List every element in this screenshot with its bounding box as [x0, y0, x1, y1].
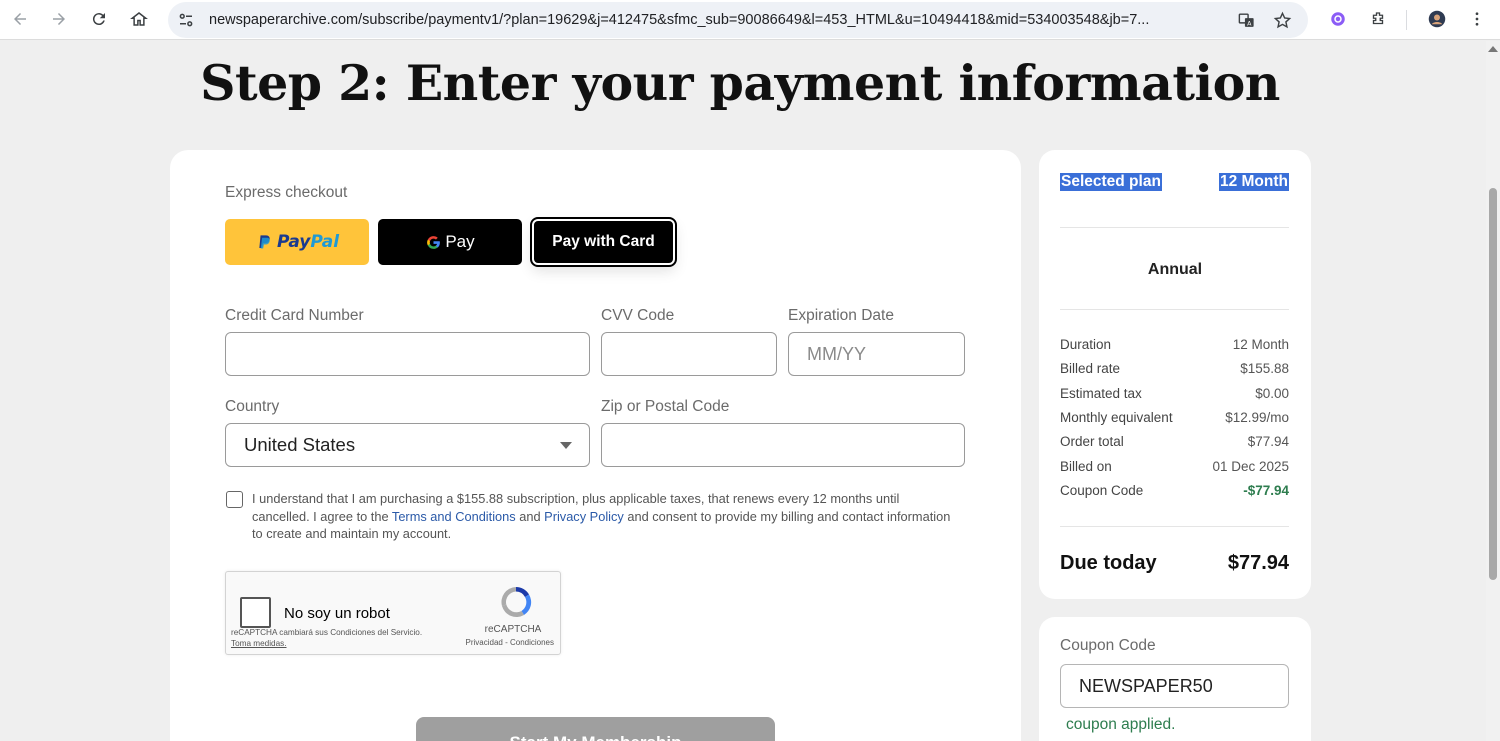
summary-row-duration: Duration 12 Month [1060, 337, 1289, 352]
summary-row-monthly-equivalent: Monthly equivalent $12.99/mo [1060, 410, 1289, 425]
summary-row-order-total: Order total $77.94 [1060, 434, 1289, 449]
svg-text:A: A [1247, 20, 1252, 27]
summary-divider [1060, 526, 1289, 527]
recaptcha-links[interactable]: Privacidad - Condiciones [444, 638, 555, 647]
pay-with-card-button[interactable]: Pay with Card [530, 217, 677, 267]
privacy-link[interactable]: Privacy Policy [544, 509, 624, 524]
country-selected-value: United States [244, 434, 356, 455]
summary-row-value: $155.88 [1240, 361, 1289, 376]
browser-toolbar: newspaperarchive.com/subscribe/paymentv1… [0, 0, 1500, 40]
expiration-input[interactable] [788, 332, 965, 376]
paypal-label-part1: Pay [276, 232, 311, 252]
reload-icon[interactable] [84, 4, 114, 34]
summary-row-label: Billed on [1060, 459, 1112, 474]
summary-row-value: 01 Dec 2025 [1212, 459, 1289, 474]
extensions-puzzle-icon[interactable] [1363, 4, 1393, 34]
forward-arrow-icon[interactable] [44, 4, 74, 34]
card-number-input[interactable] [225, 332, 590, 376]
scrollbar-thumb[interactable] [1489, 188, 1497, 580]
summary-row-value: 12 Month [1232, 337, 1289, 352]
bookmark-star-icon[interactable] [1271, 9, 1293, 31]
google-pay-button[interactable]: Pay [378, 219, 522, 265]
card-number-label: Credit Card Number [225, 307, 364, 324]
selected-plan-label: Selected plan [1060, 173, 1162, 191]
consent-checkbox[interactable] [226, 491, 243, 508]
recaptcha-label: No soy un robot [284, 605, 390, 622]
cvv-input[interactable] [601, 332, 777, 376]
summary-divider [1060, 227, 1289, 228]
summary-row-value: -$77.94 [1243, 483, 1289, 498]
paypal-logo-icon [259, 234, 270, 248]
address-bar[interactable]: newspaperarchive.com/subscribe/paymentv1… [168, 2, 1308, 38]
start-membership-button[interactable]: Start My Membership [416, 717, 775, 741]
url-text: newspaperarchive.com/subscribe/paymentv1… [209, 12, 1150, 28]
summary-row-label: Order total [1060, 434, 1124, 449]
recaptcha-widget: No soy un robot reCAPTCHA Privacidad - C… [225, 571, 561, 655]
site-settings-icon[interactable] [175, 9, 197, 31]
country-label: Country [225, 398, 280, 415]
google-pay-label: Pay [445, 232, 475, 251]
expiration-label: Expiration Date [788, 307, 894, 324]
toolbar-divider [1406, 10, 1407, 30]
summary-row-value: $0.00 [1255, 386, 1289, 401]
summary-row-label: Monthly equivalent [1060, 410, 1173, 425]
paypal-button[interactable]: Pay Pal [225, 219, 369, 265]
profile-avatar[interactable] [1422, 4, 1452, 34]
paypal-label-part2: Pal [310, 232, 340, 252]
cvv-label: CVV Code [601, 307, 675, 324]
page-title: Step 2: Enter your payment information [200, 54, 1280, 112]
summary-row-billed-on: Billed on 01 Dec 2025 [1060, 459, 1289, 474]
browser-menu-icon[interactable] [1462, 4, 1492, 34]
selected-plan-value: 12 Month [1218, 173, 1289, 191]
payment-form-card: Express checkout Pay Pal Pay Pay with Car… [170, 150, 1021, 741]
summary-row-label: Billed rate [1060, 361, 1121, 376]
summary-row-value: $77.94 [1247, 434, 1289, 449]
recaptcha-note-link[interactable]: Toma medidas. [231, 639, 287, 648]
plan-name: Annual [1147, 261, 1203, 278]
consent-text: I understand that I am purchasing a $155… [252, 490, 952, 543]
coupon-card: Coupon Code coupon applied. [1039, 617, 1311, 741]
recaptcha-logo-icon [501, 587, 532, 618]
summary-row-label: Coupon Code [1060, 483, 1144, 498]
recaptcha-brand: reCAPTCHA [484, 624, 542, 635]
order-summary-card: Selected plan 12 Month Annual Duration 12… [1039, 150, 1311, 599]
summary-row-label: Duration [1060, 337, 1112, 352]
summary-row-coupon-code: Coupon Code -$77.94 [1060, 483, 1289, 498]
coupon-label: Coupon Code [1060, 637, 1156, 654]
selected-plan-row: Selected plan 12 Month [1060, 173, 1289, 191]
translate-icon[interactable]: A [1235, 9, 1257, 31]
zip-input[interactable] [601, 423, 965, 467]
due-today-label: Due today [1060, 552, 1157, 574]
due-today-value: $77.94 [1227, 552, 1289, 574]
back-arrow-icon[interactable] [5, 4, 35, 34]
chevron-down-icon [560, 442, 572, 449]
extension-purple-icon[interactable] [1323, 4, 1353, 34]
google-g-icon [427, 235, 441, 249]
summary-row-label: Estimated tax [1060, 386, 1142, 401]
home-icon[interactable] [124, 4, 154, 34]
consent-text-and: and [515, 508, 545, 524]
due-today-row: Due today $77.94 [1060, 552, 1289, 575]
express-checkout-label: Express checkout [225, 184, 348, 201]
summary-row-estimated-tax: Estimated tax $0.00 [1060, 386, 1289, 401]
recaptcha-note: reCAPTCHA cambiará sus Condiciones del S… [231, 627, 431, 649]
country-select[interactable]: United States [225, 423, 590, 467]
coupon-input[interactable] [1060, 664, 1289, 708]
zip-label: Zip or Postal Code [601, 398, 730, 415]
recaptcha-checkbox[interactable] [240, 597, 271, 628]
summary-divider [1060, 309, 1289, 310]
coupon-applied-message: coupon applied. [1066, 716, 1176, 733]
terms-link[interactable]: Terms and Conditions [392, 509, 516, 524]
summary-row-value: $12.99/mo [1225, 410, 1289, 425]
scroll-up-arrow-icon[interactable] [1488, 46, 1498, 52]
recaptcha-note-text: reCAPTCHA cambiará sus Condiciones del S… [231, 628, 423, 637]
summary-row-billed-rate: Billed rate $155.88 [1060, 361, 1289, 376]
